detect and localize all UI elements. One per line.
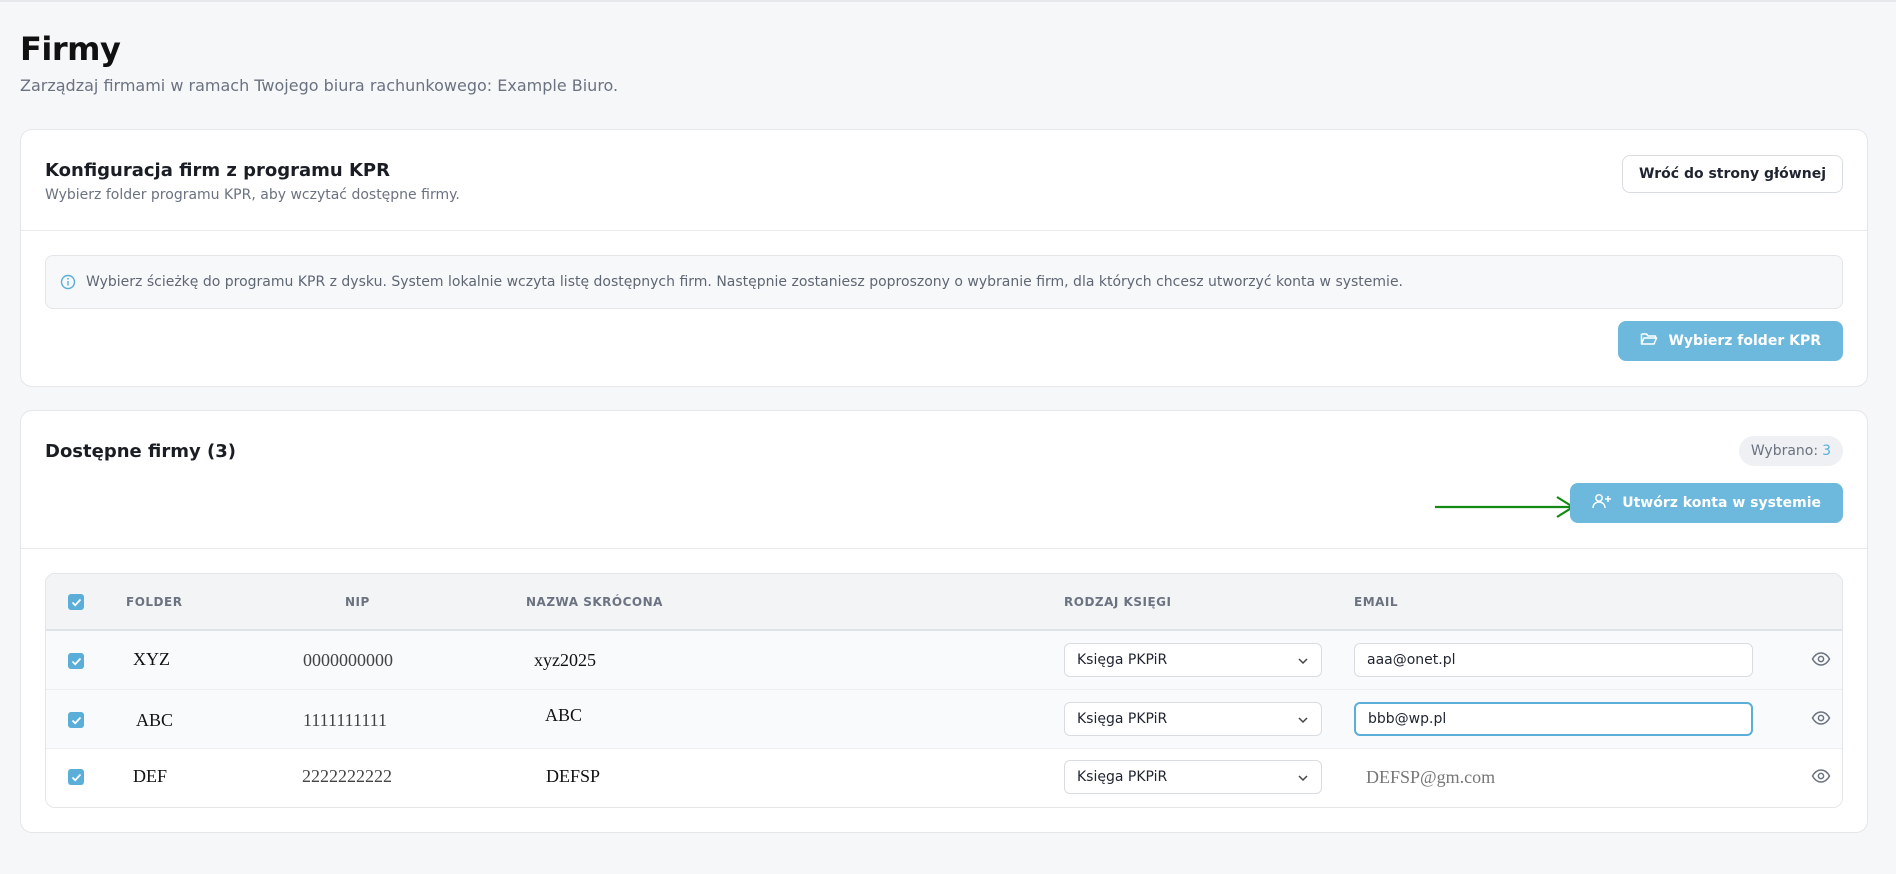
table-row: DEF 2222222222 DEFSP Księga PKPiR [46, 749, 1842, 807]
eye-icon[interactable] [1811, 651, 1831, 667]
info-icon [60, 274, 76, 290]
chevron-down-icon [1298, 775, 1308, 782]
book-type-value: Księga PKPiR [1077, 652, 1168, 668]
back-to-home-button[interactable]: Wróć do strony głównej [1622, 155, 1843, 193]
check-icon [71, 657, 81, 665]
book-type-select[interactable]: Księga PKPiR [1064, 702, 1322, 736]
cell-short-name: DEFSP [546, 766, 601, 786]
chevron-down-icon [1298, 717, 1308, 724]
row-checkbox[interactable] [68, 769, 84, 785]
eye-icon[interactable] [1811, 710, 1831, 726]
row-checkbox[interactable] [68, 712, 84, 728]
config-card-description: Wybierz folder programu KPR, aby wczytać… [45, 187, 460, 203]
email-input[interactable] [1354, 702, 1753, 736]
column-header-book-type: RODZAJ KSIĘGI [1064, 595, 1172, 609]
check-icon [71, 598, 81, 606]
column-header-nip: NIP [345, 595, 370, 609]
top-border [0, 0, 1896, 2]
companies-table: FOLDER NIP NAZWA SKRÓCONA RODZAJ KSIĘGI … [45, 573, 1843, 808]
config-card-title: Konfiguracja firm z programu KPR [45, 160, 390, 181]
selected-count: 3 [1822, 443, 1831, 459]
book-type-value: Księga PKPiR [1077, 769, 1168, 785]
cell-nip: 2222222222 [302, 766, 392, 786]
table-row: XYZ 0000000000 xyz2025 Księga PKPiR [46, 631, 1842, 690]
column-header-email: EMAIL [1354, 595, 1399, 609]
book-type-value: Księga PKPiR [1077, 711, 1168, 727]
row-checkbox[interactable] [68, 653, 84, 669]
email-input[interactable] [1354, 760, 1753, 794]
select-all-checkbox[interactable] [68, 594, 84, 610]
info-text: Wybierz ścieżkę do programu KPR z dysku.… [86, 274, 1404, 290]
column-header-folder: FOLDER [126, 595, 183, 609]
companies-card: Dostępne firmy (3) Wybrano: 3 Utwórz kon… [20, 410, 1868, 833]
cell-folder: ABC [136, 710, 174, 730]
cell-short-name: xyz2025 [534, 650, 596, 670]
selected-count-badge: Wybrano: 3 [1738, 436, 1843, 466]
card-divider [21, 548, 1867, 549]
card-divider [21, 230, 1867, 231]
cell-folder: DEF [133, 766, 168, 786]
companies-card-title: Dostępne firmy (3) [45, 441, 236, 462]
table-header: FOLDER NIP NAZWA SKRÓCONA RODZAJ KSIĘGI … [46, 574, 1842, 631]
user-plus-icon [1592, 493, 1612, 513]
cell-short-name: ABC [545, 705, 583, 725]
check-icon [71, 773, 81, 781]
page-subtitle: Zarządzaj firmami w ramach Twojego biura… [20, 76, 619, 95]
cell-nip: 0000000000 [303, 650, 393, 670]
cell-nip: 1111111111 [303, 710, 387, 730]
email-input[interactable] [1354, 643, 1753, 677]
info-box: Wybierz ścieżkę do programu KPR z dysku.… [45, 255, 1843, 309]
select-kpr-folder-button[interactable]: Wybierz folder KPR [1618, 321, 1843, 361]
create-accounts-button[interactable]: Utwórz konta w systemie [1570, 483, 1843, 523]
book-type-select[interactable]: Księga PKPiR [1064, 760, 1322, 794]
config-card: Konfiguracja firm z programu KPR Wybierz… [20, 129, 1868, 387]
folder-open-icon [1640, 331, 1658, 351]
chevron-down-icon [1298, 658, 1308, 665]
arrow-annotation-icon [1435, 496, 1576, 518]
eye-icon[interactable] [1811, 768, 1831, 784]
page-title: Firmy [20, 30, 121, 68]
select-kpr-folder-label: Wybierz folder KPR [1668, 333, 1821, 349]
check-icon [71, 716, 81, 724]
book-type-select[interactable]: Księga PKPiR [1064, 643, 1322, 677]
column-header-short-name: NAZWA SKRÓCONA [526, 595, 663, 609]
selected-label: Wybrano: [1750, 443, 1819, 459]
cell-folder: XYZ [133, 649, 170, 669]
table-row: ABC 1111111111 ABC Księga PKPiR [46, 690, 1842, 749]
create-accounts-label: Utwórz konta w systemie [1622, 495, 1821, 511]
